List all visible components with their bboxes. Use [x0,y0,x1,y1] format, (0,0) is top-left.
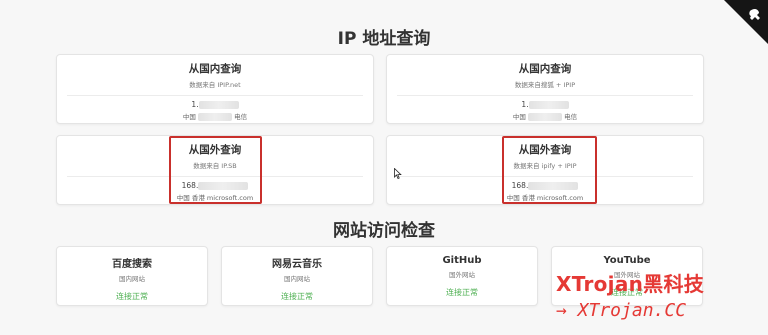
ip-card-foreign-ipify: 从国外查询 数据来自 ipify + IPIP 168. 中国 香港 micro… [386,135,704,205]
ip-location: 中国 电信 [512,113,578,121]
card-title: 从国内查询 [188,63,242,75]
ip-address: 168. [57,181,373,190]
ip-card-domestic-ipip: 从国内查询 数据来自 IPIP.net 1. 中国 电信 [56,54,374,124]
redacted-location [528,113,562,121]
card-source: 数据来自搜狐 + IPIP [514,81,576,89]
status-text: 连接正常 [446,288,478,297]
card-title: 百度搜索 [112,259,152,270]
redacted-ip [198,101,239,109]
mouse-cursor-icon [394,168,402,179]
card-title: YouTube [603,255,651,266]
card-source: 数据来自 IPIP.net [189,81,241,89]
card-title: 从国外查询 [188,144,242,156]
site-section-title: 网站访问检查 [333,221,435,241]
ip-card-domestic-sohu: 从国内查询 数据来自搜狐 + IPIP 1. 中国 电信 [386,54,704,124]
divider [67,176,363,177]
ip-section-title: IP 地址查询 [337,29,431,49]
card-title: 从国外查询 [518,144,572,156]
card-source: 数据来自 IP.SB [193,162,237,170]
watermark-link: → XTrojan.CC [556,300,687,321]
card-title: GitHub [442,255,482,266]
ip-address: 1. [387,100,703,109]
redacted-ip [528,101,569,109]
redacted-ip [528,182,579,190]
ip-address: 168. [387,181,703,190]
divider [67,95,363,96]
card-source: 数据来自 ipify + IPIP [513,162,577,170]
site-card-netease-music[interactable]: 网易云音乐 国内网站 连接正常 [221,246,373,306]
ip-location: 中国 香港 microsoft.com [176,194,254,202]
status-text: 连接正常 [116,292,148,301]
ip-location: 中国 电信 [182,113,248,121]
ip-location: 中国 香港 microsoft.com [506,194,584,202]
card-title: 网易云音乐 [272,259,322,270]
divider [397,95,693,96]
site-card-baidu[interactable]: 百度搜索 国内网站 连接正常 [56,246,208,306]
site-card-github[interactable]: GitHub 国外网站 连接正常 [386,246,538,306]
ip-card-foreign-ipsb: 从国外查询 数据来自 IP.SB 168. 中国 香港 microsoft.co… [56,135,374,205]
redacted-location [198,113,232,121]
ip-address: 1. [57,100,373,109]
card-category: 国内网站 [284,275,310,283]
card-category: 国内网站 [119,275,145,283]
card-title: 从国内查询 [518,63,572,75]
redacted-ip [198,182,249,190]
status-text: 连接正常 [281,292,313,301]
card-category: 国外网站 [449,271,475,279]
watermark-text: XTrojan黑科技 [556,272,705,296]
divider [397,176,693,177]
